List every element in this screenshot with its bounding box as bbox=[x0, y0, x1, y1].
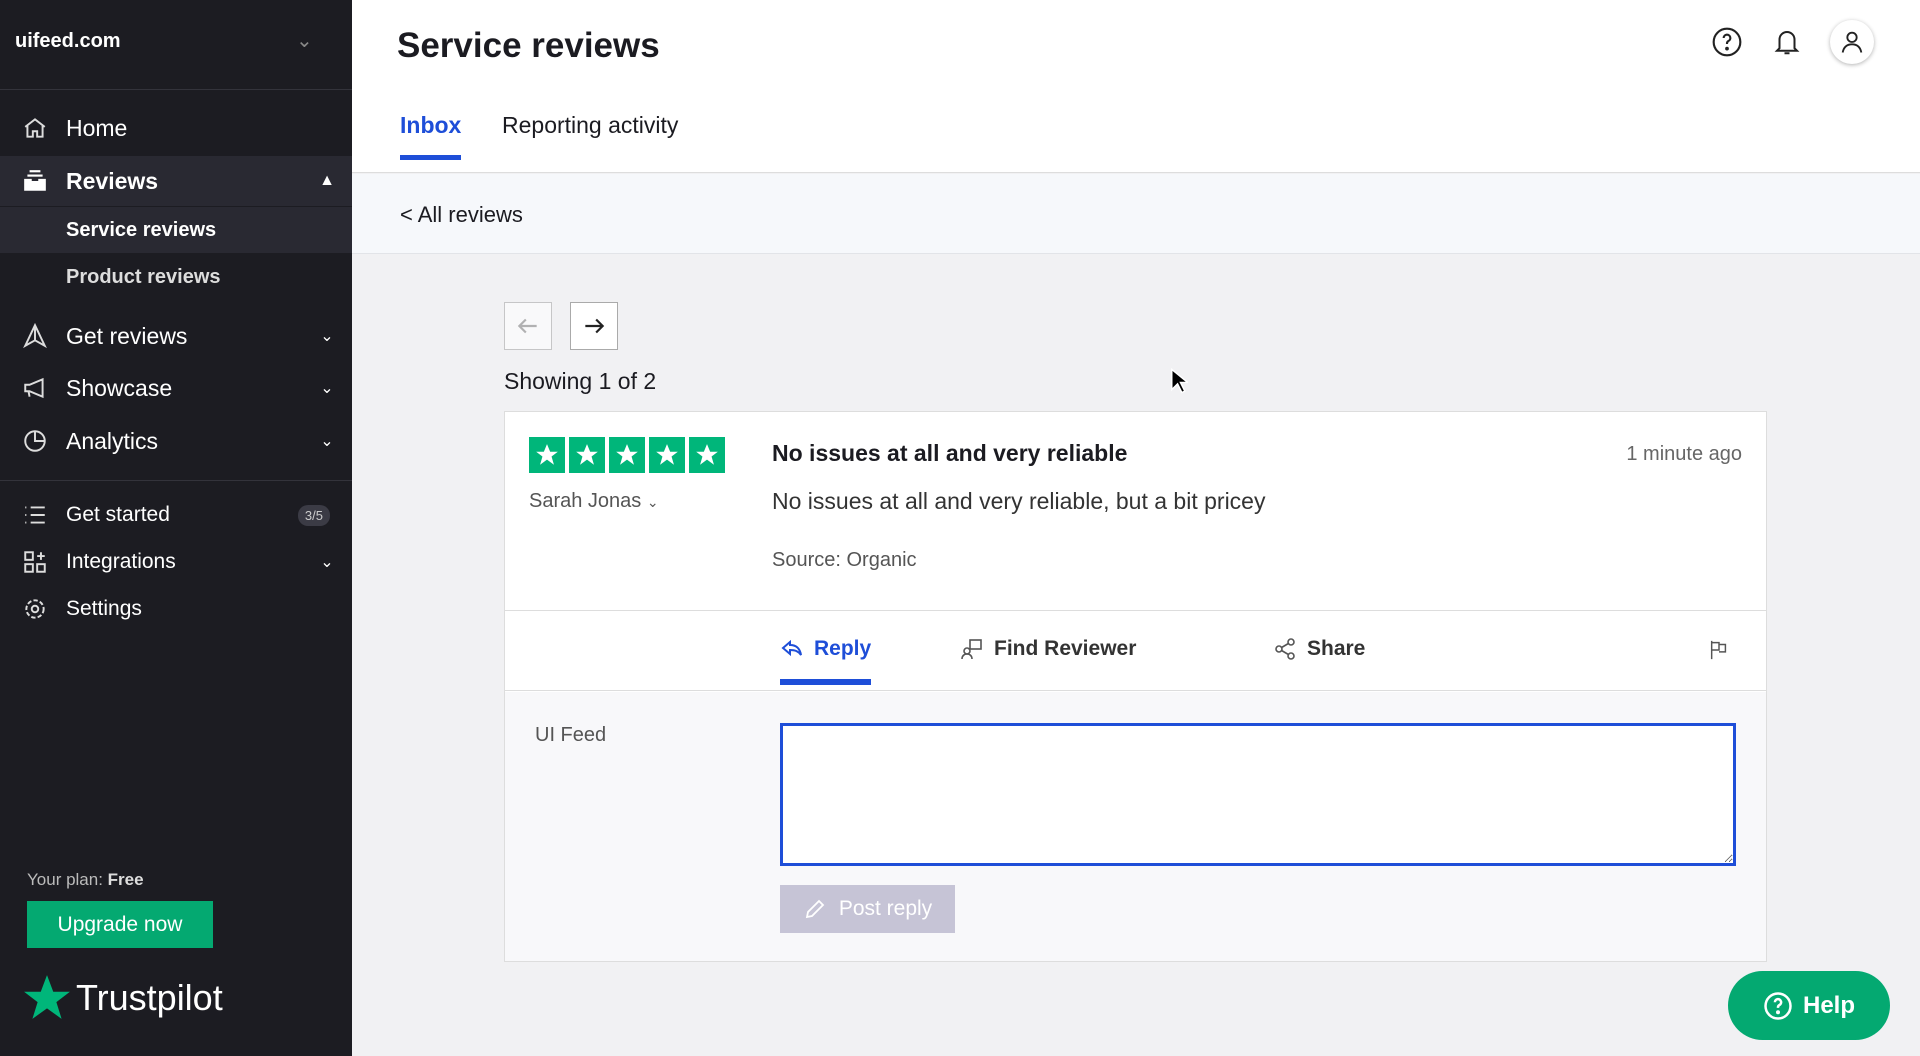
star-icon bbox=[24, 975, 70, 1019]
share-button[interactable]: Share bbox=[1273, 637, 1365, 661]
avatar[interactable] bbox=[1830, 20, 1874, 64]
chevron-down-icon: ⌄ bbox=[320, 380, 334, 397]
chevron-up-icon: ▲ bbox=[319, 172, 335, 189]
all-reviews-link[interactable]: < All reviews bbox=[400, 202, 523, 227]
sidebar-item-product-reviews[interactable]: Product reviews bbox=[0, 254, 352, 300]
chevron-down-icon: ⌄ bbox=[320, 328, 334, 345]
star-icon bbox=[569, 437, 605, 473]
chevron-down-icon: ⌄ bbox=[320, 554, 334, 571]
reply-author: UI Feed bbox=[535, 724, 607, 746]
share-icon bbox=[1275, 638, 1295, 660]
list-icon bbox=[0, 502, 66, 528]
sidebar-item-get-started[interactable]: Get started 3/5 bbox=[0, 495, 352, 535]
arrow-left-icon bbox=[517, 318, 537, 334]
trustpilot-logo: Trustpilot bbox=[22, 973, 223, 1023]
org-name[interactable]: uifeed.com bbox=[15, 30, 121, 53]
sidebar-item-analytics[interactable]: Analytics ⌄ bbox=[0, 419, 352, 463]
gear-icon bbox=[0, 596, 66, 622]
star-icon bbox=[609, 437, 645, 473]
divider bbox=[0, 480, 352, 481]
main: Service reviews Inbox Reporting activity… bbox=[352, 0, 1920, 1056]
pencil-icon bbox=[805, 899, 825, 919]
sidebar-item-service-reviews[interactable]: Service reviews bbox=[0, 207, 352, 253]
sidebar-item-get-reviews[interactable]: Get reviews ⌄ bbox=[0, 314, 352, 358]
sidebar-item-integrations[interactable]: Integrations ⌄ bbox=[0, 542, 352, 582]
review-card: Sarah Jonas ⌄ No issues at all and very … bbox=[504, 411, 1767, 962]
mouse-cursor bbox=[1171, 368, 1188, 394]
review-time: 1 minute ago bbox=[1626, 443, 1742, 465]
send-icon bbox=[0, 323, 66, 349]
help-button[interactable]: Help bbox=[1728, 971, 1890, 1040]
reviewer-name[interactable]: Sarah Jonas ⌄ bbox=[529, 490, 659, 513]
chevron-down-icon: ⌄ bbox=[320, 433, 334, 450]
sidebar-item-home[interactable]: Home bbox=[0, 106, 352, 150]
star-icon bbox=[649, 437, 685, 473]
previous-button[interactable] bbox=[504, 302, 552, 350]
find-reviewer-button[interactable]: Find Reviewer bbox=[960, 637, 1136, 661]
next-button[interactable] bbox=[570, 302, 618, 350]
pie-chart-icon bbox=[0, 428, 66, 454]
plan-info: Your plan: Free bbox=[27, 870, 144, 889]
arrow-right-icon bbox=[585, 318, 605, 334]
home-icon bbox=[0, 115, 66, 141]
header: Service reviews Inbox Reporting activity bbox=[352, 0, 1920, 173]
reply-textarea[interactable] bbox=[780, 723, 1736, 866]
chevron-down-icon: ⌄ bbox=[646, 494, 659, 510]
progress-badge: 3/5 bbox=[297, 504, 330, 526]
reply-icon bbox=[781, 639, 802, 657]
pager-status: Showing 1 of 2 bbox=[504, 368, 657, 394]
megaphone-icon bbox=[0, 375, 66, 401]
sidebar-item-reviews[interactable]: Reviews ▲ bbox=[0, 156, 352, 206]
tab-reporting-activity[interactable]: Reporting activity bbox=[502, 112, 678, 155]
star-icon bbox=[689, 437, 725, 473]
star-rating bbox=[529, 437, 725, 473]
breadcrumb: < All reviews bbox=[352, 174, 1920, 254]
star-icon bbox=[529, 437, 565, 473]
find-reviewer-icon bbox=[961, 639, 982, 660]
review-title: No issues at all and very reliable bbox=[772, 440, 1128, 466]
review-body: No issues at all and very reliable, but … bbox=[772, 488, 1266, 514]
upgrade-button[interactable]: Upgrade now bbox=[27, 901, 213, 948]
reply-section: UI Feed Post reply bbox=[505, 692, 1766, 961]
integrations-icon bbox=[0, 549, 66, 575]
sidebar: uifeed.com ⌄ Home Reviews ▲ Service revie… bbox=[0, 0, 352, 1056]
reply-tab[interactable]: Reply bbox=[780, 637, 872, 685]
help-icon[interactable] bbox=[1709, 24, 1745, 60]
help-icon bbox=[1764, 991, 1792, 1020]
flag-icon[interactable] bbox=[1708, 638, 1730, 667]
post-reply-button[interactable]: Post reply bbox=[780, 885, 955, 933]
review-source: Source: Organic bbox=[772, 549, 917, 571]
chevron-down-icon[interactable]: ⌄ bbox=[296, 28, 313, 53]
sidebar-item-showcase[interactable]: Showcase ⌄ bbox=[0, 366, 352, 410]
divider bbox=[0, 89, 352, 90]
tab-inbox[interactable]: Inbox bbox=[400, 112, 462, 160]
page-title: Service reviews bbox=[397, 26, 660, 65]
bell-icon[interactable] bbox=[1769, 24, 1805, 60]
sidebar-item-settings[interactable]: Settings bbox=[0, 589, 352, 629]
inbox-icon bbox=[0, 168, 66, 194]
review-actions: Reply Share Find Reviewer bbox=[505, 610, 1766, 691]
